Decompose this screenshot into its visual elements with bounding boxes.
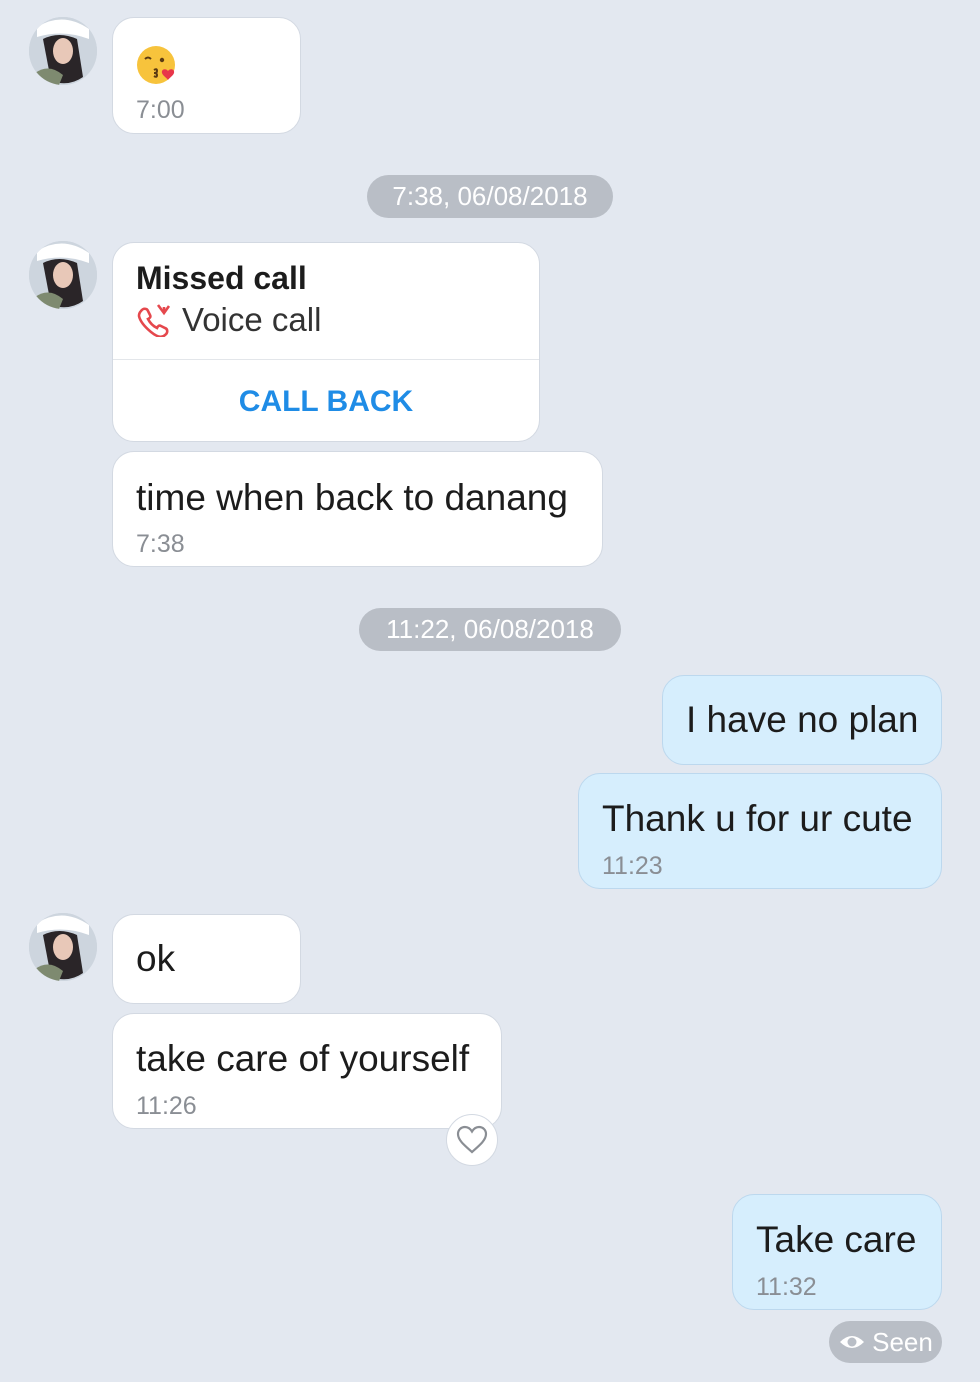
message-bubble-outgoing[interactable]: I have no plan bbox=[662, 675, 942, 765]
message-time: 11:26 bbox=[136, 1092, 197, 1120]
missed-call-card: Missed call Voice call CALL BACK bbox=[112, 242, 540, 442]
seen-label: Seen bbox=[872, 1326, 933, 1357]
message-text: Thank u for ur cute bbox=[602, 798, 913, 839]
date-divider: 7:38, 06/08/2018 bbox=[367, 175, 613, 218]
call-status-title: Missed call bbox=[136, 260, 307, 296]
eye-icon bbox=[840, 1336, 865, 1348]
message-bubble-incoming[interactable]: ok bbox=[112, 914, 301, 1004]
message-bubble-outgoing[interactable]: Thank u for ur cute 11:23 bbox=[578, 773, 942, 889]
call-type: Voice call bbox=[136, 301, 321, 339]
seen-indicator: Seen bbox=[829, 1321, 942, 1363]
message-text: time when back to danang bbox=[136, 477, 568, 518]
message-text: I have no plan bbox=[686, 699, 919, 740]
message-bubble-incoming[interactable]: time when back to danang 7:38 bbox=[112, 451, 603, 567]
call-back-button[interactable]: CALL BACK bbox=[113, 360, 539, 443]
heart-outline-icon bbox=[456, 1125, 488, 1154]
message-bubble-emoji[interactable]: 7:00 bbox=[112, 17, 301, 134]
message-bubble-outgoing[interactable]: Take care 11:32 bbox=[732, 1194, 942, 1310]
message-time: 11:32 bbox=[756, 1273, 817, 1301]
contact-avatar[interactable] bbox=[29, 17, 97, 85]
message-text: ok bbox=[136, 938, 176, 979]
contact-avatar[interactable] bbox=[29, 913, 97, 981]
missed-call-icon bbox=[137, 304, 171, 337]
reaction-button[interactable] bbox=[446, 1114, 498, 1166]
message-time: 7:00 bbox=[136, 96, 185, 124]
message-time: 11:23 bbox=[602, 852, 663, 880]
date-divider: 11:22, 06/08/2018 bbox=[359, 608, 621, 651]
call-type-label: Voice call bbox=[182, 301, 322, 338]
message-text: Take care bbox=[756, 1219, 917, 1260]
kissing-face-with-heart-icon bbox=[137, 46, 175, 84]
message-text: take care of yourself bbox=[136, 1038, 470, 1079]
message-bubble-incoming[interactable]: take care of yourself 11:26 bbox=[112, 1013, 502, 1129]
contact-avatar[interactable] bbox=[29, 241, 97, 309]
message-time: 7:38 bbox=[136, 530, 185, 558]
